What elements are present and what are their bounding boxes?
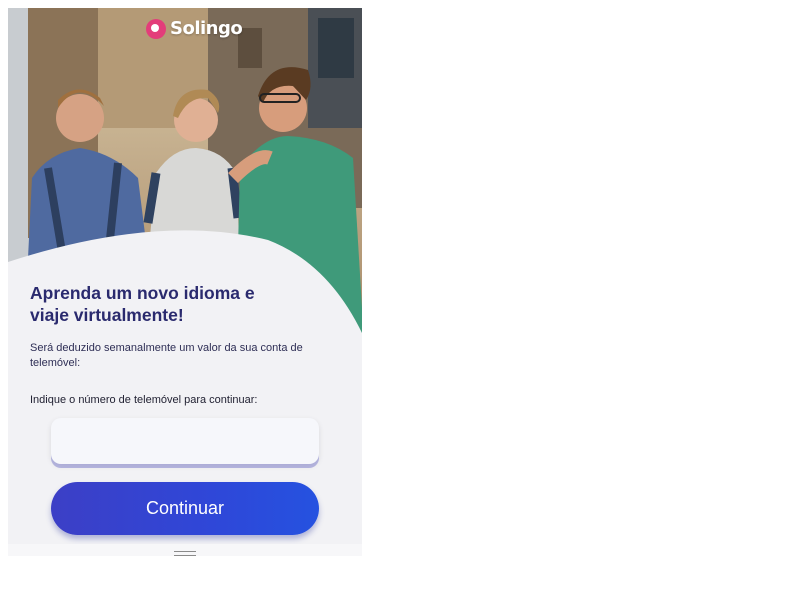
- phone-field-label: Indique o número de telemóvel para conti…: [30, 394, 258, 406]
- drag-handle-icon[interactable]: [174, 551, 196, 556]
- brand-name: Solingo: [170, 18, 243, 39]
- continue-button[interactable]: Continuar: [51, 482, 319, 535]
- content-section: Aprenda um novo idioma e viaje virtualme…: [30, 282, 330, 407]
- brand-logo: Solingo: [146, 18, 243, 39]
- phone-number-input[interactable]: [51, 418, 319, 464]
- solingo-logo-icon: [146, 18, 166, 39]
- billing-description: Será deduzido semanalmente um valor da s…: [30, 342, 303, 369]
- mobile-page: Solingo Aprenda um novo idioma e viaje v…: [8, 8, 362, 556]
- page-headline: Aprenda um novo idioma e viaje virtualme…: [30, 283, 255, 325]
